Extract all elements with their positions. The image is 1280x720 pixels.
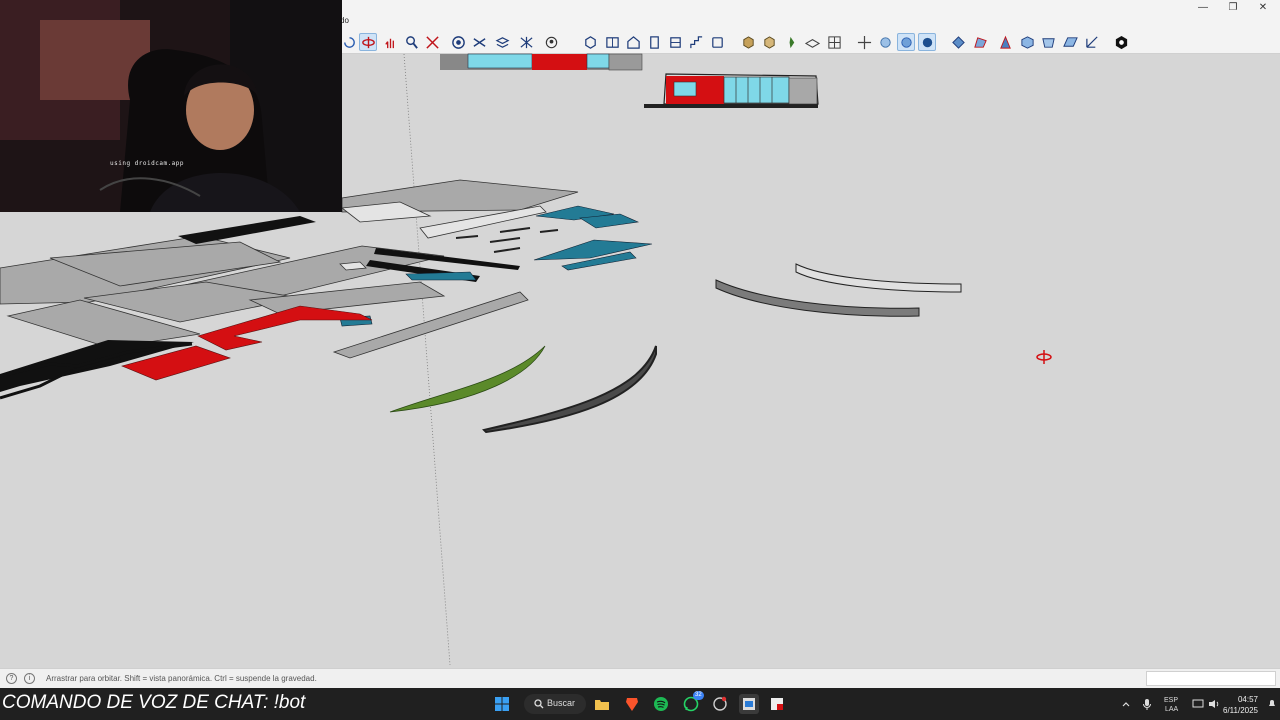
small-strips (455, 227, 559, 253)
spotify-icon[interactable] (651, 694, 671, 714)
notification-bell-icon[interactable] (1262, 694, 1280, 714)
curved-strip-light (795, 263, 962, 293)
geo-location-icon[interactable]: i (24, 673, 35, 684)
measurements-box[interactable] (1146, 671, 1276, 686)
file-explorer-icon[interactable] (592, 694, 612, 714)
clock-time: 04:57 (1237, 695, 1258, 704)
taskbar: COMANDO DE VOZ DE CHAT: !bot Buscar 32 E… (0, 688, 1280, 720)
building-model-far (440, 53, 643, 71)
layout-app-icon[interactable] (767, 694, 787, 714)
language-code[interactable]: ESP (1164, 696, 1178, 705)
microphone-icon[interactable] (1137, 694, 1157, 714)
system-clock[interactable]: 04:57 6/11/2025 (1223, 694, 1258, 716)
whatsapp-icon[interactable]: 32 (681, 691, 704, 714)
axis-line (403, 53, 451, 666)
building-model (644, 73, 819, 108)
taskbar-search[interactable]: Buscar (524, 694, 586, 714)
curved-green-piece (389, 345, 546, 413)
info-icon[interactable]: ? (6, 673, 17, 684)
chrome-extension-icon[interactable] (710, 694, 730, 714)
volume-icon[interactable] (1204, 694, 1224, 714)
curved-dark-piece (482, 345, 657, 434)
sketchup-window: do — ❐ ✕ using droidcam.app ? i Arrastra… (0, 0, 1280, 720)
status-bar: ? i Arrastrar para orbitar. Shift = vist… (0, 668, 1280, 688)
windows-start-icon[interactable] (492, 694, 512, 714)
status-hint: Arrastrar para orbitar. Shift = vista pa… (46, 674, 317, 683)
search-label: Buscar (547, 698, 576, 708)
orbit-cursor-icon (1036, 350, 1052, 364)
sketchup-taskbar-icon[interactable] (739, 694, 759, 714)
search-icon (534, 699, 544, 709)
whatsapp-badge: 32 (693, 691, 704, 700)
brave-browser-icon[interactable] (622, 694, 642, 714)
webcam-caption: using droidcam.app (110, 160, 185, 167)
webcam-overlay: using droidcam.app (0, 0, 342, 212)
webcam-feed-image (0, 0, 342, 212)
clock-date: 6/11/2025 (1223, 706, 1258, 715)
chat-command-overlay: COMANDO DE VOZ DE CHAT: !bot (2, 692, 306, 713)
tray-chevron-icon[interactable] (1116, 694, 1136, 714)
keyboard-layout[interactable]: LAA (1165, 705, 1178, 714)
